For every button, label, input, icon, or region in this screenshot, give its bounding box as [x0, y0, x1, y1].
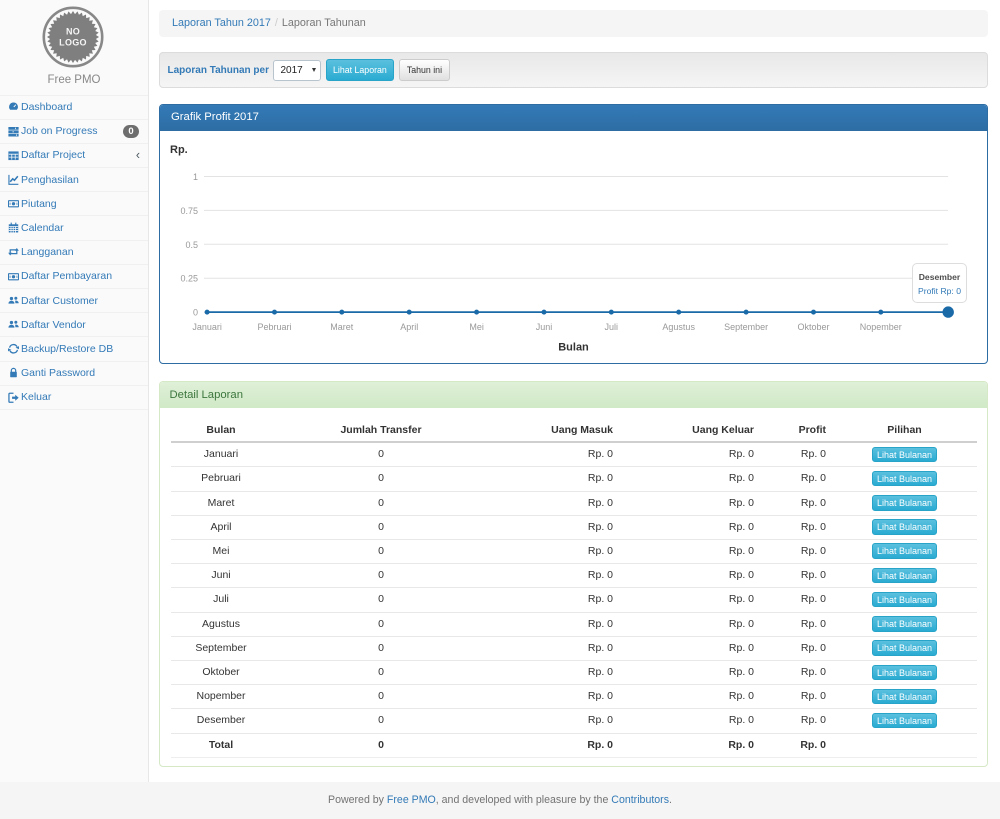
svg-text:0.75: 0.75 [180, 205, 198, 215]
svg-text:0.25: 0.25 [180, 273, 198, 283]
svg-text:Bulan: Bulan [558, 341, 589, 353]
svg-text:Juni: Juni [535, 322, 552, 332]
svg-text:0.5: 0.5 [185, 239, 198, 249]
svg-text:1: 1 [192, 172, 197, 182]
svg-text:Juli: Juli [604, 322, 618, 332]
svg-text:April: April [400, 322, 418, 332]
svg-text:0: 0 [192, 307, 197, 317]
svg-text:Agustus: Agustus [662, 322, 695, 332]
svg-text:Pebruari: Pebruari [257, 322, 291, 332]
svg-text:September: September [724, 322, 768, 332]
svg-text:Januari: Januari [192, 322, 222, 332]
svg-text:LOGO: LOGO [59, 38, 87, 48]
svg-text:Mei: Mei [469, 322, 484, 332]
svg-text:Oktober: Oktober [797, 322, 829, 332]
svg-text:Nopember: Nopember [859, 322, 901, 332]
svg-text:Maret: Maret [330, 322, 354, 332]
svg-text:NO: NO [66, 27, 80, 37]
